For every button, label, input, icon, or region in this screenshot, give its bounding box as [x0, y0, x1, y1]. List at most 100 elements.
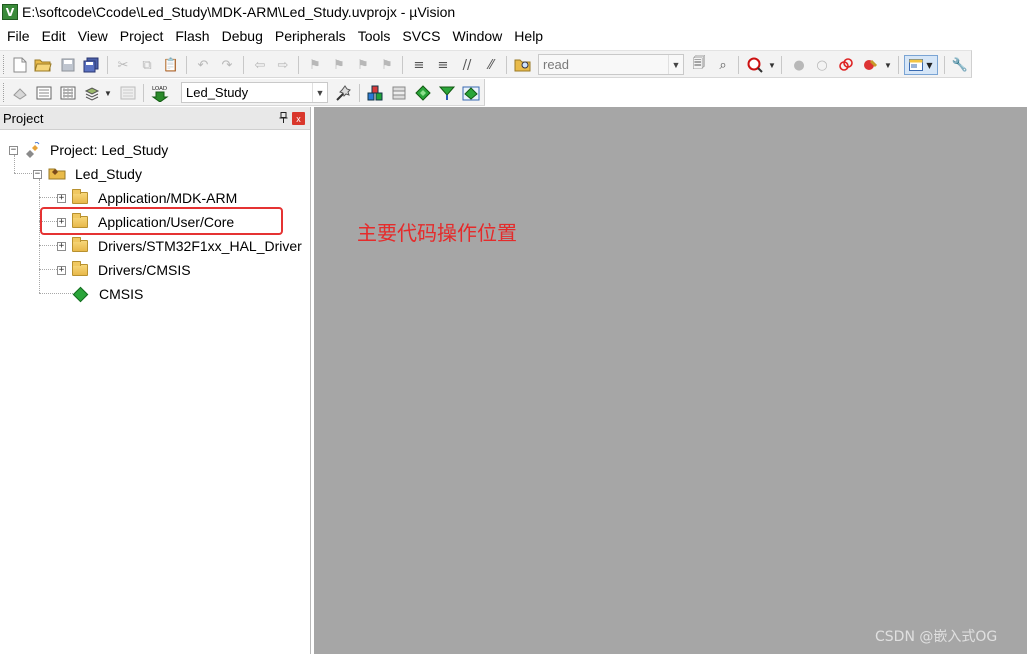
navigate-back-icon[interactable]: ⇦ [250, 55, 270, 75]
project-root-label: Project: Led_Study [50, 142, 169, 158]
navigate-forward-icon[interactable]: ⇨ [273, 55, 293, 75]
disable-all-breakpoints-icon[interactable] [836, 55, 856, 75]
menu-view[interactable]: View [72, 24, 114, 48]
debug-session-icon[interactable] [745, 55, 765, 75]
toolbar-separator [243, 56, 244, 74]
menu-file[interactable]: File [1, 24, 36, 48]
configure-icon[interactable]: 🔧 [950, 55, 970, 75]
unindent-icon[interactable]: ≡ [433, 55, 453, 75]
tree-connector [39, 293, 73, 294]
select-software-packs-icon[interactable] [437, 83, 457, 103]
chevron-down-icon[interactable]: ▼ [668, 55, 683, 74]
tree-node-group[interactable]: + Drivers/STM32F1xx_HAL_Driver [57, 234, 302, 258]
toolbar-separator [506, 56, 507, 74]
menu-project[interactable]: Project [114, 24, 170, 48]
clear-bookmarks-icon[interactable]: ⚑ [377, 55, 397, 75]
watermark: CSDN @嵌入式OG [875, 629, 998, 645]
insert-breakpoint-icon[interactable]: ● [789, 55, 809, 75]
expand-icon[interactable]: + [57, 217, 66, 227]
toolbar-separator [359, 84, 360, 102]
comment-icon[interactable]: // [457, 55, 477, 75]
toolbar-separator [781, 56, 782, 74]
uncomment-icon[interactable]: ⁄⁄ [481, 55, 501, 75]
group-label: Application/User/Core [98, 214, 235, 230]
cut-icon[interactable]: ✂ [113, 55, 133, 75]
menu-flash[interactable]: Flash [169, 24, 215, 48]
expand-icon[interactable]: + [57, 265, 66, 275]
collapse-icon[interactable]: − [33, 169, 42, 179]
window-layout-button[interactable]: ▼ [904, 55, 938, 75]
find-combo-value: read [543, 57, 570, 72]
pack-installer-icon[interactable] [461, 83, 481, 103]
folder-icon [72, 213, 88, 228]
component-label: CMSIS [99, 286, 144, 302]
tree-connector [39, 197, 59, 198]
menu-help[interactable]: Help [508, 24, 549, 48]
translate-icon[interactable] [10, 83, 30, 103]
find-in-files-icon[interactable] [513, 55, 533, 75]
incremental-find-icon[interactable]: 🗐 [689, 55, 709, 75]
open-file-icon[interactable] [33, 55, 53, 75]
new-file-icon[interactable] [10, 55, 30, 75]
undo-icon[interactable]: ↶ [193, 55, 213, 75]
close-icon[interactable]: x [292, 112, 305, 125]
file-toolbar: ✂ ⧉ 📋 ↶ ↷ ⇦ ⇨ ⚑ ⚑ ⚑ ⚑ ≡ ≡ // ⁄⁄ read ▼ 🗐… [0, 50, 972, 78]
tree-node-group[interactable]: + Drivers/CMSIS [57, 258, 191, 282]
toolbar-grip[interactable] [3, 83, 6, 102]
save-icon[interactable] [58, 55, 78, 75]
tree-node-target[interactable]: − Led_Study [33, 162, 142, 186]
tree-node-group[interactable]: + Application/MDK-ARM [57, 186, 237, 210]
pin-icon[interactable] [279, 112, 288, 126]
menu-tools[interactable]: Tools [352, 24, 397, 48]
file-extensions-icon[interactable] [365, 83, 385, 103]
previous-bookmark-icon[interactable]: ⚑ [329, 55, 349, 75]
toolbar-grip[interactable] [3, 55, 6, 74]
batch-build-dropdown-icon[interactable]: ▼ [104, 85, 112, 101]
expand-icon[interactable]: + [57, 193, 66, 203]
next-bookmark-icon[interactable]: ⚑ [353, 55, 373, 75]
target-select[interactable]: Led_Study ▼ [181, 82, 328, 103]
tree-node-component[interactable]: CMSIS [72, 282, 144, 306]
manage-run-time-environment-icon[interactable] [413, 83, 433, 103]
options-for-target-icon[interactable] [334, 83, 354, 103]
stop-build-icon[interactable] [118, 83, 138, 103]
group-label: Drivers/STM32F1xx_HAL_Driver [98, 238, 302, 254]
kill-all-breakpoints-icon[interactable] [860, 55, 880, 75]
find-combo[interactable]: read ▼ [538, 54, 684, 75]
toolbar-separator [298, 56, 299, 74]
expand-icon[interactable]: + [57, 241, 66, 251]
debug-session-dropdown-icon[interactable]: ▼ [768, 57, 776, 73]
menu-svcs[interactable]: SVCS [396, 24, 446, 48]
editor-area[interactable] [314, 107, 1027, 654]
menu-window[interactable]: Window [447, 24, 509, 48]
batch-build-icon[interactable] [82, 83, 102, 103]
target-select-value: Led_Study [186, 85, 249, 100]
save-all-icon[interactable] [81, 55, 101, 75]
redo-icon[interactable]: ↷ [217, 55, 237, 75]
chevron-down-icon[interactable]: ▼ [312, 83, 327, 102]
project-panel-header: Project x [0, 107, 310, 130]
manage-books-icon[interactable] [389, 83, 409, 103]
indent-icon[interactable]: ≡ [409, 55, 429, 75]
copy-icon[interactable]: ⧉ [137, 55, 157, 75]
title-bar: V E:\softcode\Ccode\Led_Study\MDK-ARM\Le… [0, 0, 1027, 24]
download-icon[interactable]: LOAD [150, 83, 170, 103]
menu-debug[interactable]: Debug [216, 24, 269, 48]
tree-node-project[interactable]: − Project: Led_Study [9, 138, 168, 162]
toolbar-separator [402, 56, 403, 74]
paste-icon[interactable]: 📋 [161, 55, 181, 75]
collapse-icon[interactable]: − [9, 145, 18, 155]
tree-node-group[interactable]: + Application/User/Core [57, 210, 234, 234]
target-label: Led_Study [75, 166, 142, 182]
build-icon[interactable] [34, 83, 54, 103]
find-icon[interactable]: ⌕ [713, 55, 733, 75]
load-label: LOAD [152, 86, 167, 92]
tree-connector [39, 269, 59, 270]
enable-breakpoint-icon[interactable]: ○ [812, 55, 832, 75]
menu-peripherals[interactable]: Peripherals [269, 24, 352, 48]
breakpoint-dropdown-icon[interactable]: ▼ [884, 57, 892, 73]
rebuild-icon[interactable] [58, 83, 78, 103]
toolbar-separator [944, 56, 945, 74]
menu-edit[interactable]: Edit [36, 24, 72, 48]
insert-bookmark-icon[interactable]: ⚑ [305, 55, 325, 75]
